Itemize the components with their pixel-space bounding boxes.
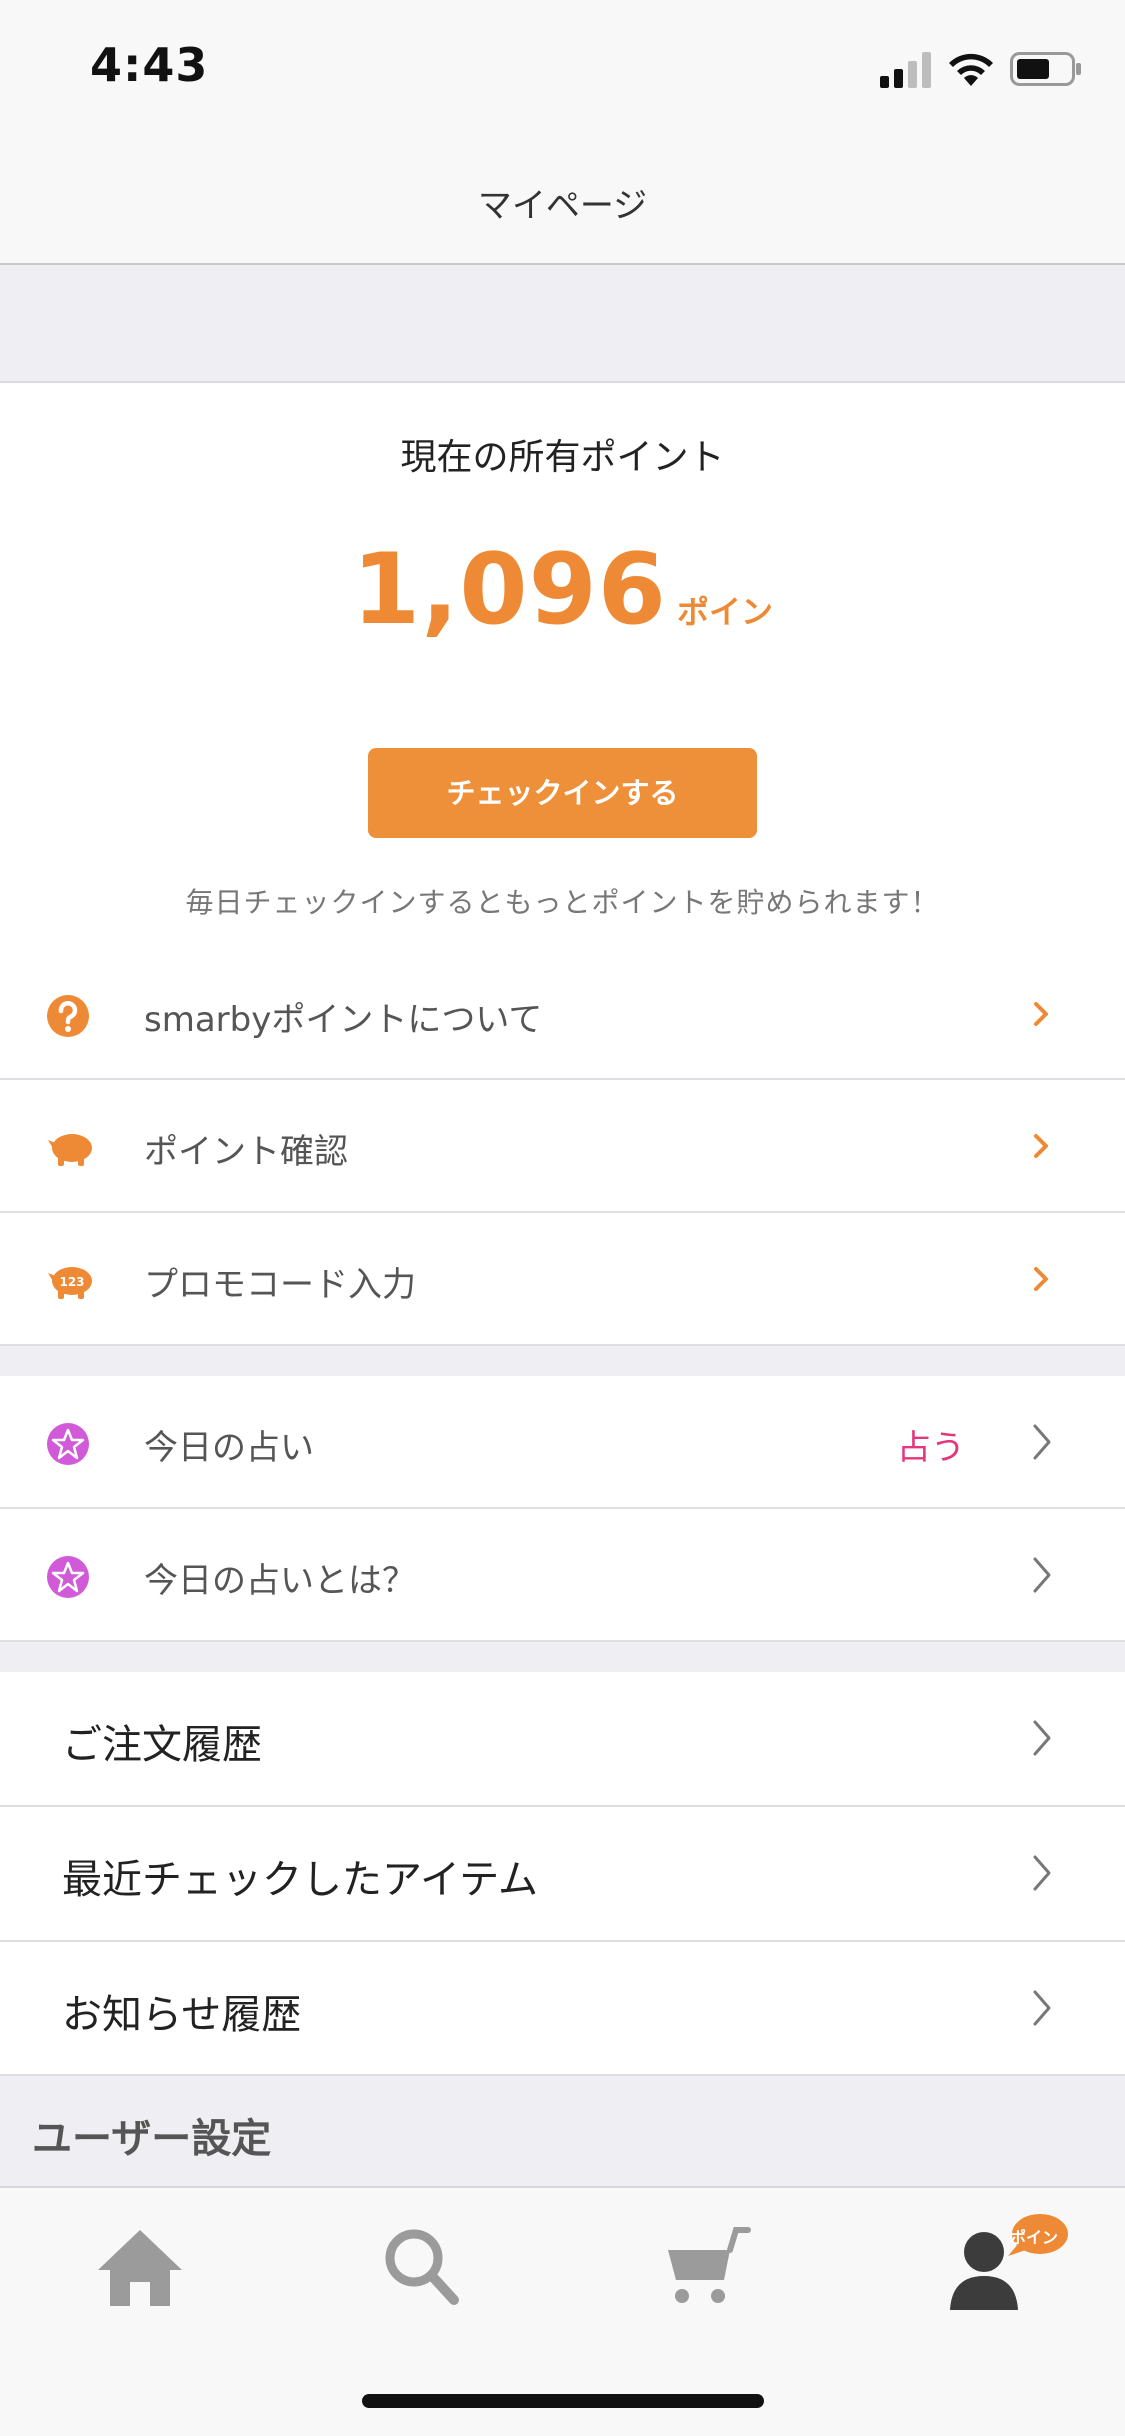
menu-item-order-history[interactable]: ご注文履歴 [0,1672,1125,1807]
chevron-right-icon [1033,1990,1051,2026]
menu-item-promo-code[interactable]: 123 プロモコード入力 [0,1213,1125,1346]
menu-label: smarbyポイントについて [144,1000,543,1040]
user-settings-header: ユーザー設定 [0,2076,1125,2186]
menu-label: 最近チェックしたアイテム [62,1857,538,1903]
home-indicator[interactable] [362,2394,764,2408]
menu-label: 今日の占い [144,1428,314,1468]
fortune-action-text[interactable]: 占う [897,1420,965,1469]
chevron-right-icon [1033,1720,1051,1756]
checkin-button[interactable]: チェックインする [368,748,757,838]
menu-item-points-check[interactable]: ポイント確認 [0,1080,1125,1213]
menu-label: 今日の占いとは？ [144,1561,416,1601]
star-icon [47,1556,89,1598]
status-bar: 4:43 [0,0,1125,130]
search-icon[interactable] [372,2222,472,2312]
battery-icon [1010,52,1081,86]
menu-item-fortune-about[interactable]: 今日の占いとは？ [0,1509,1125,1642]
menu-item-points-about[interactable]: smarbyポイントについて [0,948,1125,1080]
menu-label: ご注文履歴 [62,1722,262,1768]
page-title: マイページ [477,186,648,226]
piggy-bank-123-icon: 123 [48,1267,92,1299]
points-badge-text: ポイン [1010,2228,1059,2247]
chevron-right-icon [1034,1002,1048,1026]
spacer-band [0,265,1125,383]
navigation-bar: マイページ [0,130,1125,265]
points-value: 1,096 [352,533,667,647]
menu-label: お知らせ履歴 [62,1992,302,2038]
section-divider [0,1642,1125,1672]
wifi-icon [949,53,993,86]
svg-text:123: 123 [59,1275,84,1289]
menu-label: プロモコード入力 [144,1265,416,1305]
chevron-right-icon [1033,1855,1051,1891]
points-value-row: 1,096 ポイン [0,533,1125,647]
menu-label: ポイント確認 [144,1132,348,1172]
points-label: 現在の所有ポイント [400,437,725,478]
chevron-right-icon [1033,1557,1051,1593]
menu-item-fortune[interactable]: 今日の占い 占う [0,1376,1125,1509]
menu-item-recent-items[interactable]: 最近チェックしたアイテム [0,1807,1125,1942]
star-icon [47,1423,89,1465]
status-time: 4:43 [90,38,209,92]
question-icon [47,995,89,1037]
chevron-right-icon [1033,1424,1051,1460]
chevron-right-icon [1034,1134,1048,1158]
piggy-bank-icon [48,1134,92,1166]
chevron-right-icon [1034,1267,1048,1291]
cellular-signal-icon [880,52,931,88]
home-icon[interactable] [90,2222,190,2312]
cart-icon[interactable] [652,2222,752,2312]
points-panel: 現在の所有ポイント 1,096 ポイン チェックインする 毎日チェックインするとも… [0,383,1125,948]
menu-item-notification-history[interactable]: お知らせ履歴 [0,1942,1125,2076]
section-divider [0,1346,1125,1376]
points-unit: ポイン [676,593,773,631]
checkin-hint: 毎日チェックインするともっとポイントを貯められます！ [185,886,940,919]
section-title: ユーザー設定 [32,2116,272,2162]
